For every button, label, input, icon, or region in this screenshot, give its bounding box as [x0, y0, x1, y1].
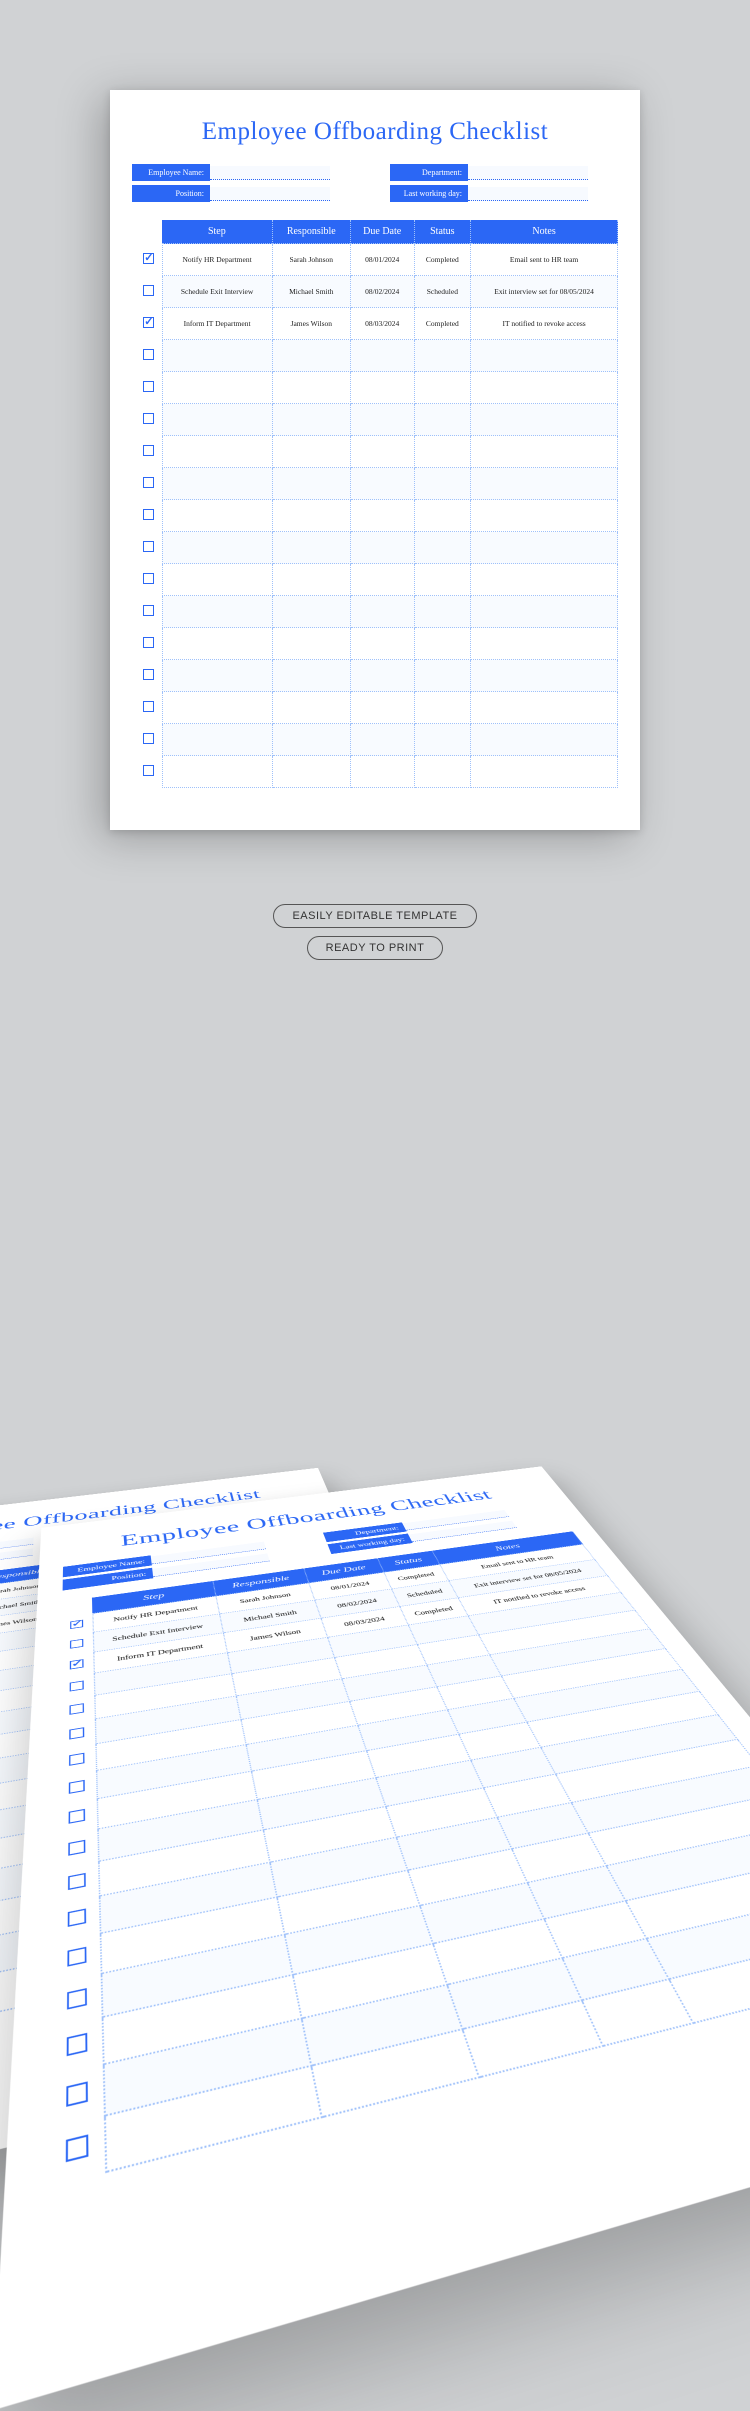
table-row: Notify HR Department Sarah Johnson 08/01… [136, 244, 618, 276]
checkbox-icon[interactable] [143, 317, 154, 328]
checkbox-icon[interactable] [69, 1753, 84, 1766]
cell-responsible: Sarah Johnson [272, 244, 350, 276]
checkbox-icon[interactable] [143, 733, 154, 744]
table-row-empty [136, 340, 618, 372]
checkbox-icon[interactable] [70, 1680, 84, 1691]
checkbox-icon[interactable] [143, 285, 154, 296]
checkbox-icon[interactable] [143, 445, 154, 456]
page-title: Employee Offboarding Checklist [132, 118, 618, 146]
checkbox-icon[interactable] [68, 1908, 86, 1926]
field-position: Position: [132, 185, 330, 202]
checklist-document: Employee Offboarding Checklist Employee … [110, 90, 640, 830]
field-group-right: Department: Last working day: [390, 164, 588, 202]
field-input-line[interactable] [468, 187, 588, 201]
cell-step: Schedule Exit Interview [162, 276, 272, 308]
checkbox-icon[interactable] [69, 1809, 86, 1824]
field-last-working-day: Last working day: [390, 185, 588, 202]
table-row-empty [136, 596, 618, 628]
checkbox-icon[interactable] [69, 1840, 86, 1856]
col-due-date: Due Date [350, 220, 414, 244]
field-label: Last working day: [390, 185, 468, 202]
col-notes: Notes [471, 220, 618, 244]
table-row: Schedule Exit Interview Michael Smith 08… [136, 276, 618, 308]
cell-step: Inform IT Department [162, 308, 272, 340]
cell-step: Notify HR Department [162, 244, 272, 276]
table-row-empty [136, 500, 618, 532]
field-group-left: Employee Name: Position: [132, 164, 330, 202]
checkbox-icon[interactable] [143, 669, 154, 680]
field-employee-name: Employee Name: [132, 164, 330, 181]
table-row-empty [136, 724, 618, 756]
table-row-empty [136, 468, 618, 500]
checkbox-icon[interactable] [68, 1947, 87, 1967]
checkbox-icon[interactable] [67, 2033, 88, 2056]
cell-notes: Exit interview set for 08/05/2024 [471, 276, 618, 308]
cell-status: Completed [414, 308, 471, 340]
cell-status: Scheduled [414, 276, 471, 308]
field-label: Department: [390, 164, 468, 181]
cell-responsible: Michael Smith [272, 276, 350, 308]
checkbox-icon[interactable] [143, 509, 154, 520]
checkbox-icon[interactable] [66, 2134, 89, 2162]
checkbox-icon[interactable] [143, 477, 154, 488]
checkbox-icon[interactable] [68, 1873, 86, 1890]
table-row-empty [136, 660, 618, 692]
field-input-line[interactable] [210, 166, 330, 180]
mockup-page-front: Employee Offboarding Checklist Employee … [0, 1466, 750, 2410]
field-label: Position: [132, 185, 210, 202]
table-row-empty [136, 372, 618, 404]
checkbox-icon[interactable] [143, 701, 154, 712]
checkbox-icon[interactable] [143, 573, 154, 584]
table-row-empty [136, 756, 618, 788]
checkbox-icon[interactable] [67, 2081, 89, 2106]
checkbox-icon[interactable] [70, 1727, 85, 1739]
perspective-mockup: Employee Offboarding Checklist Employee … [0, 1221, 750, 1841]
cell-notes: Email sent to HR team [471, 244, 618, 276]
badge-editable: EASILY EDITABLE TEMPLATE [273, 904, 476, 928]
cell-due: 08/01/2024 [350, 244, 414, 276]
col-status: Status [414, 220, 471, 244]
checkbox-icon[interactable] [67, 1988, 87, 2010]
col-responsible: Responsible [272, 220, 350, 244]
cell-responsible: James Wilson [272, 308, 350, 340]
badge-ready-to-print: READY TO PRINT [307, 936, 444, 960]
checkbox-icon[interactable] [143, 349, 154, 360]
checkbox-icon[interactable] [69, 1780, 85, 1794]
cell-due: 08/03/2024 [350, 308, 414, 340]
checkbox-icon[interactable] [143, 413, 154, 424]
checkbox-icon[interactable] [70, 1659, 84, 1669]
cell-notes: IT notified to revoke access [471, 308, 618, 340]
cell-status: Completed [414, 244, 471, 276]
checkbox-icon[interactable] [143, 541, 154, 552]
checkbox-icon[interactable] [70, 1620, 83, 1629]
table-row-empty [136, 628, 618, 660]
checkbox-icon[interactable] [143, 637, 154, 648]
checkbox-icon[interactable] [143, 605, 154, 616]
cell-due: 08/02/2024 [350, 276, 414, 308]
checkbox-icon[interactable] [70, 1703, 85, 1715]
table-row-empty [136, 404, 618, 436]
field-input-line[interactable] [210, 187, 330, 201]
table-row-empty [136, 564, 618, 596]
table-row: Inform IT Department James Wilson 08/03/… [136, 308, 618, 340]
field-department: Department: [390, 164, 588, 181]
checkbox-icon[interactable] [143, 253, 154, 264]
checklist-table-wrap: Step Responsible Due Date Status Notes N… [136, 220, 618, 788]
badge-group: EASILY EDITABLE TEMPLATE READY TO PRINT [0, 900, 750, 964]
col-checkbox [136, 220, 162, 244]
field-input-line[interactable] [468, 166, 588, 180]
checklist-table: Step Responsible Due Date Status Notes N… [136, 220, 618, 788]
col-step: Step [162, 220, 272, 244]
field-label: Employee Name: [132, 164, 210, 181]
table-row-empty [136, 436, 618, 468]
header-fields: Employee Name: Position: Department: Las… [132, 164, 618, 202]
table-row-empty [136, 532, 618, 564]
checkbox-icon[interactable] [70, 1639, 83, 1649]
checkbox-icon[interactable] [143, 765, 154, 776]
checkbox-icon[interactable] [143, 381, 154, 392]
table-row-empty [136, 692, 618, 724]
